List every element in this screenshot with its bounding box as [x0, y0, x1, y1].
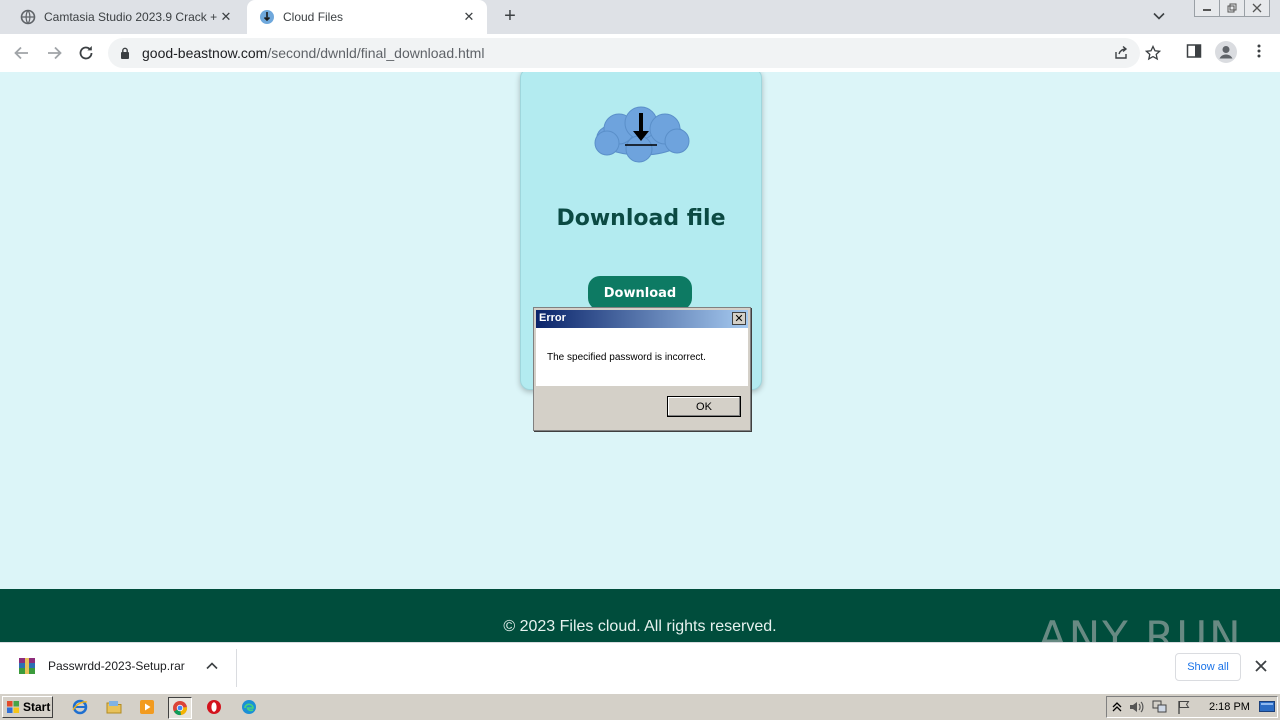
winrar-archive-icon: [19, 658, 35, 674]
download-button[interactable]: Download: [588, 276, 692, 310]
lock-icon[interactable]: [120, 47, 130, 59]
divider: [236, 649, 237, 687]
edge-icon[interactable]: [238, 697, 260, 717]
action-center-flag-icon[interactable]: [1177, 700, 1191, 714]
chevron-down-icon[interactable]: [1152, 9, 1166, 23]
media-player-icon[interactable]: [136, 697, 158, 717]
show-desktop-icon[interactable]: [1259, 701, 1275, 713]
start-label: Start: [23, 700, 51, 714]
share-icon[interactable]: [1113, 45, 1129, 61]
close-window-icon[interactable]: [1244, 0, 1270, 17]
start-button[interactable]: Start: [2, 696, 53, 718]
new-tab-button[interactable]: +: [500, 6, 520, 26]
page-heading: Download file: [556, 206, 726, 231]
ok-button[interactable]: OK: [667, 396, 741, 417]
network-icon[interactable]: [1152, 700, 1168, 714]
side-panel-icon[interactable]: [1186, 43, 1202, 59]
windows-taskbar: Start 2:18 PM: [0, 693, 1280, 720]
star-icon[interactable]: [1145, 45, 1161, 61]
reload-icon[interactable]: [76, 43, 96, 63]
url-host: good-beastnow.com: [142, 45, 268, 61]
system-tray: 2:18 PM: [1106, 696, 1278, 718]
tab-strip: Camtasia Studio 2023.9 Crack + Serial ✕ …: [0, 0, 1280, 34]
back-icon[interactable]: [12, 43, 32, 63]
error-dialog: Error ✕ The specified password is incorr…: [533, 307, 751, 431]
dialog-message: The specified password is incorrect.: [547, 352, 706, 363]
window-controls: [1194, 0, 1270, 18]
url-text: good-beastnow.com/second/dwnld/final_dow…: [142, 45, 484, 61]
dialog-body: The specified password is incorrect.: [536, 328, 748, 386]
tab-title: Cloud Files: [283, 10, 344, 24]
chevron-up-icon[interactable]: [205, 659, 219, 673]
cloud-download-icon: [594, 106, 690, 163]
url-path: /second/dwnld/final_download.html: [267, 45, 485, 61]
tab-close-icon[interactable]: ✕: [218, 9, 234, 25]
cloud-download-icon: [260, 10, 274, 24]
chrome-icon[interactable]: [168, 697, 192, 719]
dialog-close-button[interactable]: ✕: [732, 312, 746, 325]
download-shelf: Passwrdd-2023-Setup.rar Show all: [0, 642, 1280, 692]
internet-explorer-icon[interactable]: [69, 697, 91, 717]
download-item[interactable]: Passwrdd-2023-Setup.rar: [18, 657, 185, 675]
clock: 2:18 PM: [1209, 701, 1250, 713]
close-icon[interactable]: [1254, 659, 1268, 673]
show-hidden-icons-icon[interactable]: [1112, 700, 1122, 714]
tab-cloud-files[interactable]: Cloud Files ✕: [247, 0, 487, 34]
opera-icon[interactable]: [203, 697, 225, 717]
tab-title: Camtasia Studio 2023.9 Crack + Serial: [44, 10, 218, 24]
profile-avatar-icon[interactable]: [1215, 41, 1237, 63]
browser-toolbar: good-beastnow.com/second/dwnld/final_dow…: [0, 34, 1280, 73]
menu-kebab-icon[interactable]: [1252, 43, 1266, 59]
address-bar[interactable]: good-beastnow.com/second/dwnld/final_dow…: [108, 38, 1161, 68]
dialog-titlebar[interactable]: Error ✕: [536, 310, 748, 328]
restore-icon[interactable]: [1219, 0, 1245, 17]
windows-logo-icon: [7, 701, 19, 713]
volume-icon[interactable]: [1129, 700, 1145, 714]
minimize-icon[interactable]: [1194, 0, 1220, 17]
forward-icon[interactable]: [44, 43, 64, 63]
globe-icon: [20, 9, 36, 25]
show-all-button[interactable]: Show all: [1175, 653, 1241, 681]
dialog-title: Error: [539, 312, 566, 324]
tab-camtasia[interactable]: Camtasia Studio 2023.9 Crack + Serial ✕: [8, 0, 244, 34]
tab-close-icon[interactable]: ✕: [461, 9, 477, 25]
folder-icon[interactable]: [103, 697, 125, 717]
download-filename: Passwrdd-2023-Setup.rar: [48, 659, 185, 673]
